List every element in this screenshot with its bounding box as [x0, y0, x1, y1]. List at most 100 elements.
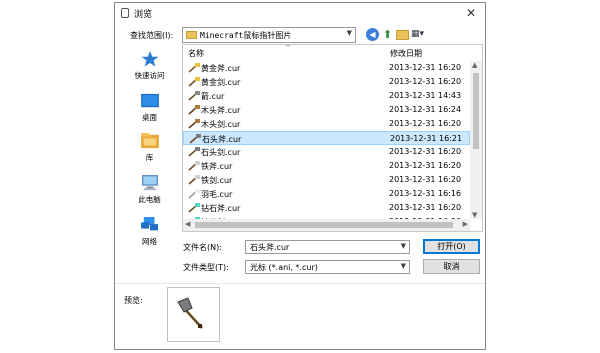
column-header-date[interactable]: 修改日期 [390, 48, 422, 59]
gold-sword-icon [188, 77, 200, 87]
close-icon[interactable]: ✕ [466, 6, 476, 20]
chevron-down-icon[interactable]: ▼ [401, 242, 406, 250]
file-date: 2013-12-31 16:20 [389, 77, 462, 86]
place-label-library: 库 [145, 153, 154, 162]
file-row[interactable]: 木头剑.cur 2013-12-31 16:20 [183, 117, 470, 131]
cancel-button[interactable]: 取消 [423, 259, 480, 274]
divider [115, 283, 485, 284]
column-header-name[interactable]: 名称 [188, 48, 204, 59]
wood-axe-icon [188, 105, 200, 115]
arrow-icon [188, 91, 200, 101]
chevron-down-icon[interactable]: ▼ [347, 29, 352, 37]
stone-sword-icon [188, 147, 200, 157]
file-name: 钻石斧.cur [201, 204, 241, 213]
file-date: 2013-12-31 16:16 [389, 189, 462, 198]
back-icon[interactable]: ◀ [366, 28, 379, 41]
file-date: 2013-12-31 16:20 [389, 161, 462, 170]
file-row[interactable]: 钻石斧.cur 2013-12-31 16:20 [183, 201, 470, 215]
file-row[interactable]: 黄金剑.cur 2013-12-31 16:20 [183, 75, 470, 89]
place-desktop[interactable]: 桌面 [122, 93, 177, 123]
file-list-header: 名称 ^ 修改日期 [183, 45, 482, 59]
file-date: 2013-12-31 16:20 [389, 119, 462, 128]
file-name: 羽毛.cur [201, 190, 233, 199]
file-date: 2013-12-31 14:43 [389, 91, 462, 100]
gold-axe-icon [188, 63, 200, 73]
filename-label: 文件名(N): [183, 243, 222, 252]
chevron-down-icon[interactable]: ▼ [401, 262, 406, 270]
folder-icon [186, 31, 197, 39]
up-folder-icon[interactable]: ⬆ [381, 28, 394, 41]
file-date: 2013-12-31 16:20 [389, 147, 462, 156]
file-date: 2013-12-31 16:21 [390, 134, 463, 143]
dialog-title: 浏览 [134, 10, 153, 20]
file-date: 2013-12-31 16:20 [389, 63, 462, 72]
diamond-axe-icon [188, 203, 200, 213]
file-name: 箭.cur [201, 92, 225, 101]
preview-pane [167, 287, 220, 342]
file-row[interactable]: 石头斧.cur 2013-12-31 16:21 [183, 131, 470, 145]
dialog-app-icon [121, 8, 129, 18]
file-date: 2013-12-31 16:24 [389, 105, 462, 114]
filename-value: 石头斧.cur [250, 243, 290, 252]
file-row[interactable]: 羽毛.cur 2013-12-31 16:16 [183, 187, 470, 201]
file-name: 黄金剑.cur [201, 78, 241, 87]
file-name: 黄金斧.cur [201, 64, 241, 73]
star-icon [141, 51, 158, 67]
file-name: 铁斧.cur [201, 162, 233, 171]
scroll-up-icon[interactable]: ▲ [472, 61, 477, 69]
close-button[interactable]: ✕ [463, 5, 479, 21]
view-menu-icon[interactable]: ▦▾ [411, 28, 429, 41]
file-list[interactable]: 名称 ^ 修改日期 黄金斧.cur 2013-12-31 16:20 黄金剑.cur… [182, 44, 483, 232]
horizontal-scrollbar[interactable]: ◀ ▶ [183, 219, 470, 231]
scroll-right-icon[interactable]: ▶ [463, 220, 468, 228]
lookin-value: Minecraft鼠标指针图片 [200, 31, 292, 40]
file-row[interactable]: 箭.cur 2013-12-31 14:43 [183, 89, 470, 103]
scroll-left-icon[interactable]: ◀ [185, 220, 190, 228]
file-name: 石头斧.cur [202, 135, 242, 144]
network-icon [140, 217, 158, 231]
stone-axe-icon [189, 134, 201, 144]
scroll-down-icon[interactable]: ▼ [472, 211, 477, 219]
desktop-icon [140, 93, 159, 108]
iron-axe-icon [188, 161, 200, 171]
horizontal-scroll-thumb[interactable] [195, 222, 453, 228]
new-folder-icon[interactable] [396, 30, 409, 40]
filetype-value: 光标 (*.ani, *.cur) [250, 263, 318, 272]
place-label-network: 网络 [142, 237, 157, 246]
place-library[interactable]: 库 [122, 133, 177, 163]
stone-axe-preview-icon [177, 297, 203, 329]
wood-sword-icon [188, 119, 200, 129]
sort-ascending-icon: ^ [285, 44, 291, 52]
computer-icon [141, 175, 158, 191]
library-icon [140, 133, 159, 149]
file-name: 木头剑.cur [201, 120, 241, 129]
lookin-dropdown[interactable]: Minecraft鼠标指针图片 ▼ [182, 27, 356, 43]
open-button[interactable]: 打开(O) [423, 239, 480, 254]
place-label-this-pc: 此电脑 [138, 195, 161, 204]
file-row[interactable]: 黄金斧.cur 2013-12-31 16:20 [183, 61, 470, 75]
vertical-scrollbar[interactable]: ▲ ▼ [470, 61, 482, 219]
file-row[interactable]: 铁斧.cur 2013-12-31 16:20 [183, 159, 470, 173]
place-this-pc[interactable]: 此电脑 [122, 175, 177, 205]
places-bar: 快速访问 桌面 库 此电脑 网络 [122, 47, 177, 280]
place-label-desktop: 桌面 [142, 113, 157, 122]
file-name: 木头斧.cur [201, 106, 241, 115]
file-rows: 黄金斧.cur 2013-12-31 16:20 黄金剑.cur 2013-12-31… [183, 61, 470, 229]
place-quick-access[interactable]: 快速访问 [122, 51, 177, 81]
file-row[interactable]: 石头剑.cur 2013-12-31 16:20 [183, 145, 470, 159]
title-bar: 浏览 ✕ [115, 3, 485, 23]
lookin-label: 查找范围(I): [130, 31, 174, 40]
file-date: 2013-12-31 16:20 [389, 175, 462, 184]
file-row[interactable]: 木头斧.cur 2013-12-31 16:24 [183, 103, 470, 117]
filename-field[interactable]: 石头斧.cur ▼ [245, 240, 410, 254]
file-browse-dialog: 浏览 ✕ 查找范围(I): Minecraft鼠标指针图片 ▼ ◀ ⬆ ▦▾ 快… [114, 2, 486, 350]
place-network[interactable]: 网络 [122, 217, 177, 247]
iron-sword-icon [188, 175, 200, 185]
file-name: 石头剑.cur [201, 148, 241, 157]
vertical-scroll-thumb[interactable] [473, 73, 479, 149]
preview-label: 预览: [124, 296, 143, 305]
filetype-dropdown[interactable]: 光标 (*.ani, *.cur) ▼ [245, 260, 410, 274]
filetype-label: 文件类型(T): [183, 263, 229, 272]
file-row[interactable]: 铁剑.cur 2013-12-31 16:20 [183, 173, 470, 187]
feather-icon [188, 189, 200, 199]
